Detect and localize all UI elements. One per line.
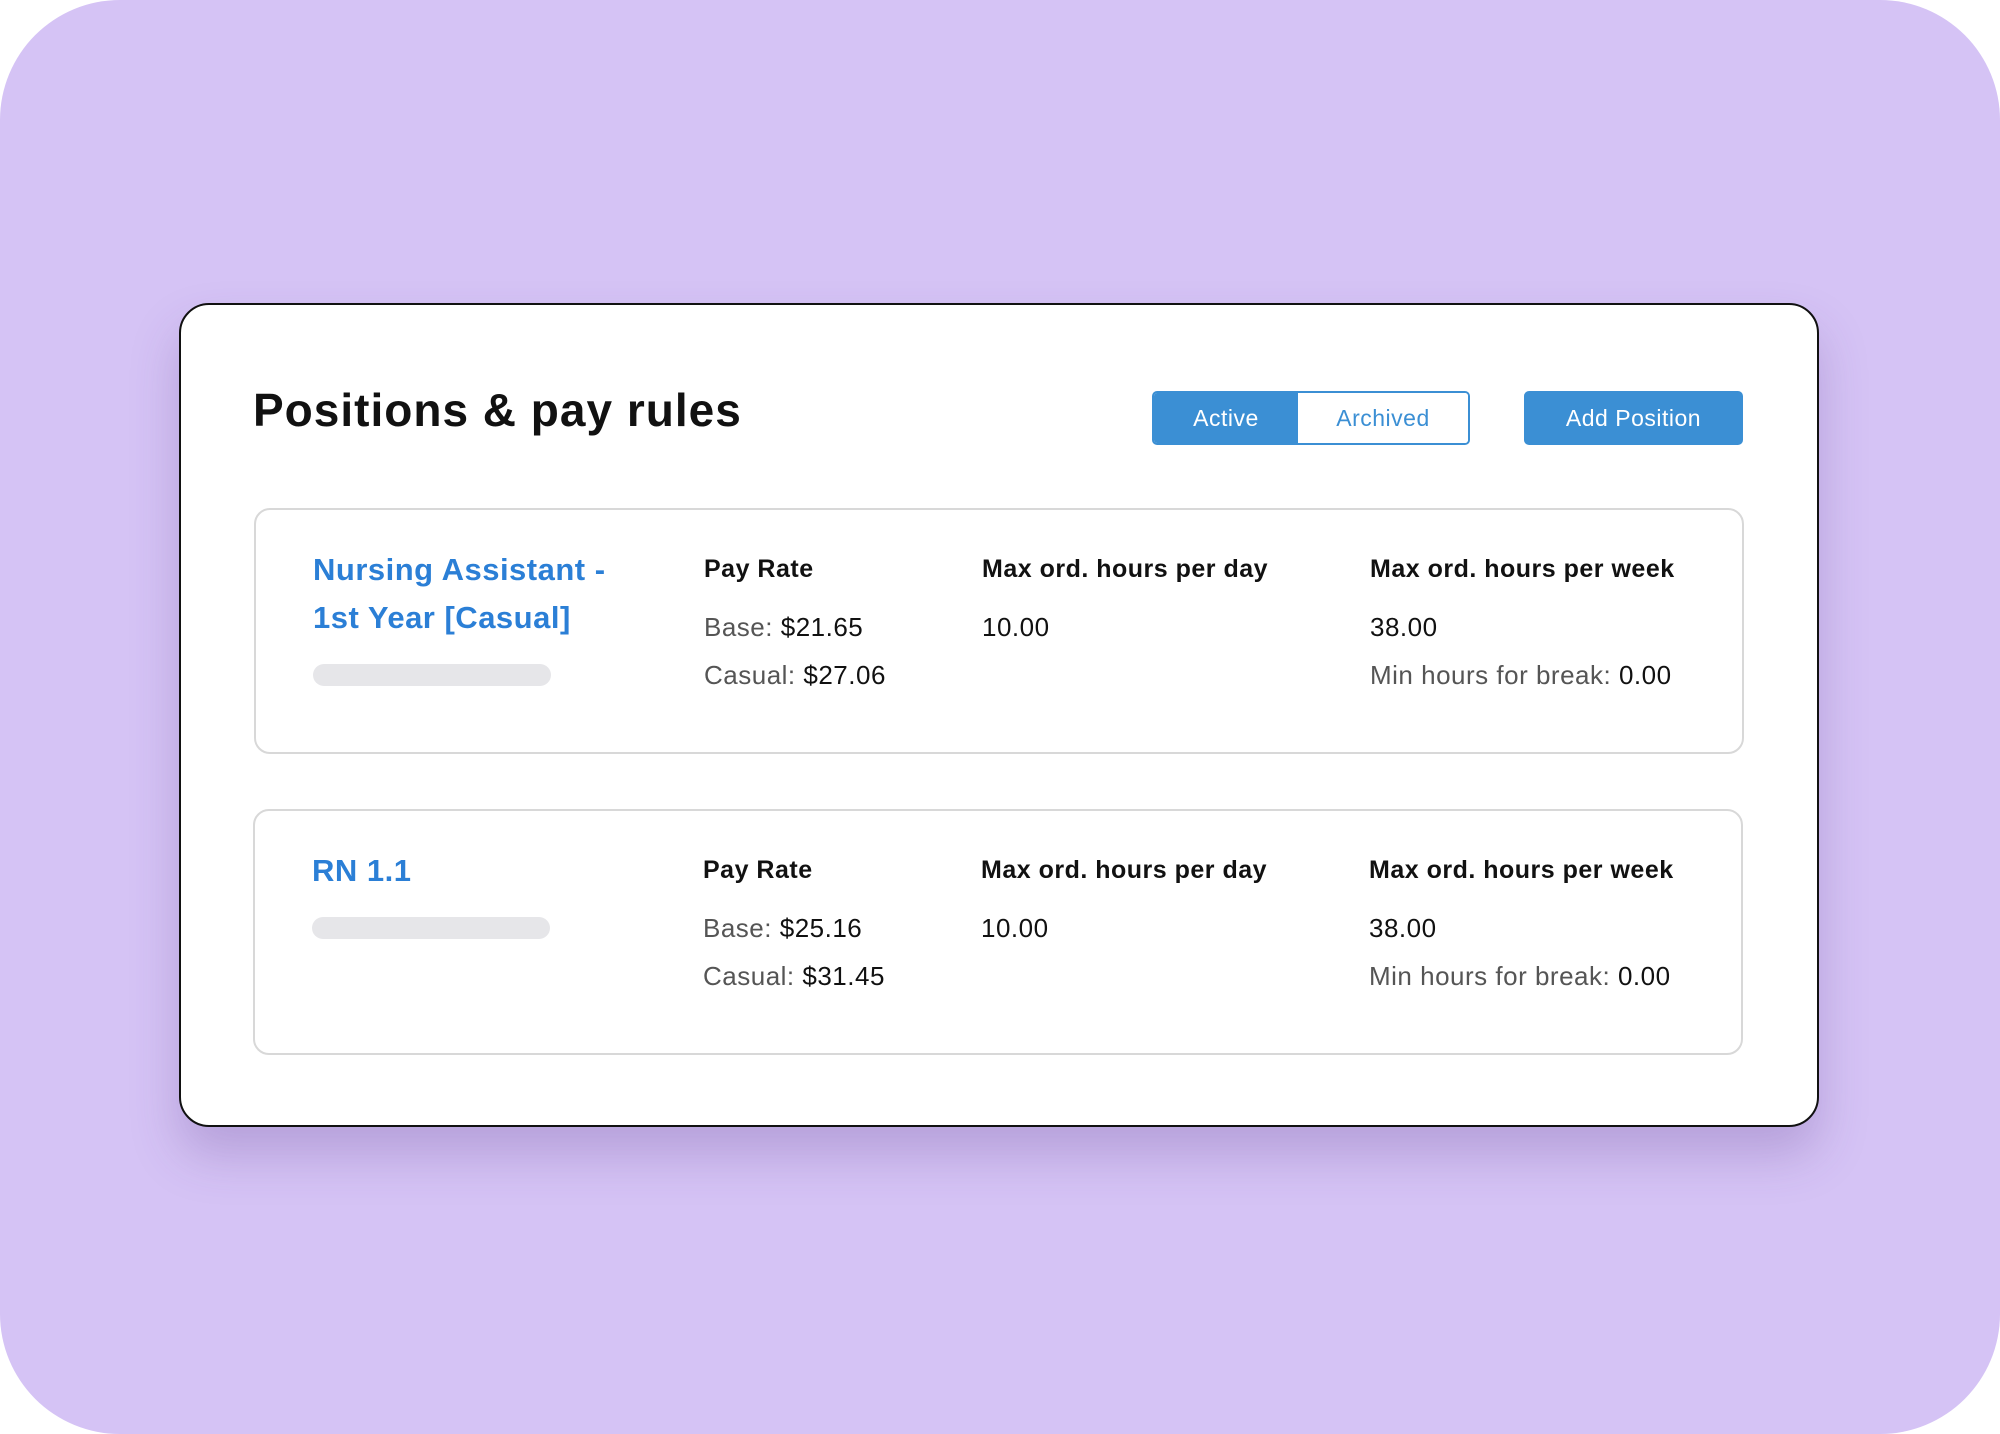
position-row[interactable]: RN 1.1 Pay Rate Base: $25.16 Casual: $31…: [253, 809, 1743, 1055]
casual-rate-value: $27.06: [803, 660, 886, 690]
max-hours-day-heading: Max ord. hours per day: [982, 555, 1269, 583]
casual-rate-label: Casual:: [704, 660, 796, 690]
max-hours-day-column: Max ord. hours per day 10.00: [981, 853, 1267, 945]
max-hours-week-column: Max ord. hours per week 38.00 Min hours …: [1369, 853, 1674, 993]
casual-rate-label: Casual:: [703, 961, 795, 991]
base-rate-line: Base: $25.16: [703, 911, 885, 945]
min-hours-break-label: Min hours for break:: [1369, 961, 1611, 991]
max-hours-day-column: Max ord. hours per day 10.00: [982, 552, 1268, 644]
pay-rate-heading: Pay Rate: [703, 856, 813, 884]
min-hours-break-value: 0.00: [1617, 961, 1671, 991]
pay-rate-column: Pay Rate Base: $21.65 Casual: $27.06: [704, 552, 886, 692]
casual-rate-line: Casual: $31.45: [703, 959, 885, 993]
placeholder-bar: [313, 664, 551, 686]
max-hours-week-value: 38.00: [1370, 612, 1438, 642]
base-rate-label: Base:: [703, 913, 772, 943]
max-hours-day-heading: Max ord. hours per day: [981, 856, 1268, 884]
placeholder-bar: [312, 917, 550, 939]
max-hours-week-column: Max ord. hours per week 38.00 Min hours …: [1370, 552, 1675, 692]
casual-rate-value: $31.45: [802, 961, 885, 991]
min-hours-break-line: Min hours for break: 0.00: [1370, 658, 1675, 692]
base-rate-line: Base: $21.65: [704, 610, 886, 644]
min-hours-break-value: 0.00: [1618, 660, 1672, 690]
position-row[interactable]: Nursing Assistant - 1st Year [Casual] Pa…: [254, 508, 1744, 754]
filter-archived-button[interactable]: Archived: [1298, 393, 1468, 443]
filter-active-button[interactable]: Active: [1154, 393, 1298, 443]
max-hours-week-heading: Max ord. hours per week: [1369, 856, 1674, 884]
min-hours-break-line: Min hours for break: 0.00: [1369, 959, 1674, 993]
max-hours-week-value: 38.00: [1369, 913, 1437, 943]
max-hours-day-value: 10.00: [982, 612, 1050, 642]
position-name-link[interactable]: Nursing Assistant - 1st Year [Casual]: [313, 546, 623, 642]
base-rate-value: $25.16: [779, 913, 863, 943]
position-name-link[interactable]: RN 1.1: [312, 847, 622, 895]
base-rate-label: Base:: [704, 612, 773, 642]
status-filter-toggle: Active Archived: [1152, 391, 1470, 445]
pay-rate-heading: Pay Rate: [704, 555, 814, 583]
add-position-button[interactable]: Add Position: [1524, 391, 1743, 445]
page-title: Positions & pay rules: [253, 384, 742, 436]
casual-rate-line: Casual: $27.06: [704, 658, 886, 692]
max-hours-week-heading: Max ord. hours per week: [1370, 555, 1675, 583]
pay-rate-column: Pay Rate Base: $25.16 Casual: $31.45: [703, 853, 885, 993]
base-rate-value: $21.65: [780, 612, 864, 642]
max-hours-day-value: 10.00: [981, 913, 1049, 943]
min-hours-break-label: Min hours for break:: [1370, 660, 1612, 690]
